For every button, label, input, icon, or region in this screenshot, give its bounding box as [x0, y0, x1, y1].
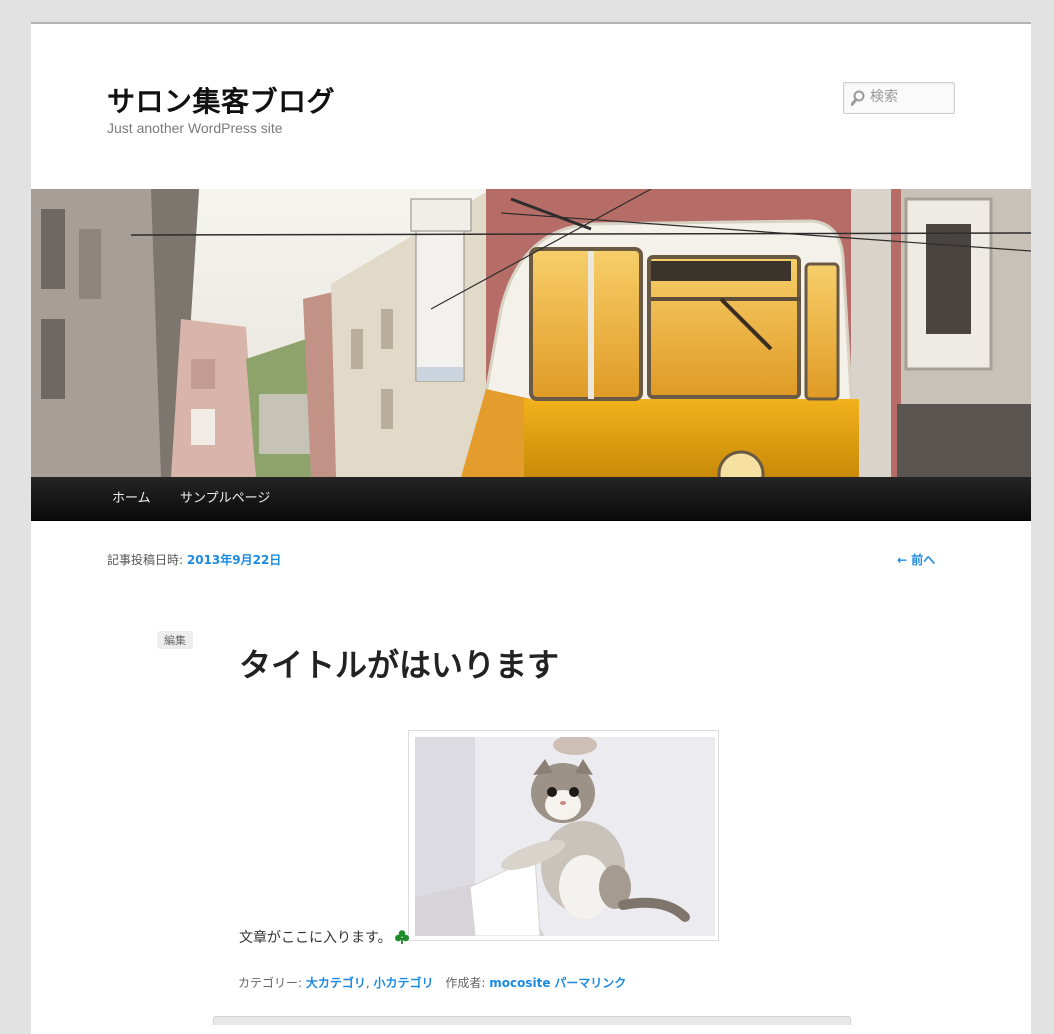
clover-icon: [394, 930, 409, 944]
category-link-main[interactable]: 大カテゴリ: [306, 976, 366, 990]
permalink-link[interactable]: パーマリンク: [554, 976, 626, 990]
edit-link[interactable]: 編集: [157, 631, 193, 649]
entry-text: 文章がここに入ります。: [239, 930, 392, 946]
entry-content: 文章がここに入ります。: [239, 927, 410, 947]
category-link-sub[interactable]: 小カテゴリ: [374, 976, 434, 990]
kitten-photo: [415, 735, 715, 937]
post-date-link[interactable]: 2013年9月22日: [187, 553, 281, 567]
nav-item-home[interactable]: ホーム: [112, 477, 151, 520]
page: サロン集客ブログ Just another WordPress site 検索 …: [31, 22, 1031, 1034]
site-description: Just another WordPress site: [107, 120, 283, 136]
header-image: [31, 189, 1031, 477]
site-title[interactable]: サロン集客ブログ: [107, 80, 335, 120]
entry-footer: カテゴリー: 大カテゴリ, 小カテゴリ 作成者: mocosite パーマリンク: [238, 974, 626, 991]
category-label: カテゴリー:: [238, 976, 306, 990]
search-input[interactable]: [870, 87, 950, 107]
nav-item-sample-page[interactable]: サンプルページ: [180, 477, 270, 520]
author-link[interactable]: mocosite: [489, 976, 550, 990]
previous-post-link[interactable]: ← 前へ: [897, 551, 935, 568]
posted-on-label: 記事投稿日時:: [107, 553, 187, 567]
category-separator: ,: [365, 976, 374, 990]
entry-title[interactable]: タイトルがはいります: [239, 640, 559, 686]
search-box[interactable]: [843, 82, 955, 114]
main-nav: ホーム サンプルページ: [31, 477, 1031, 521]
entry-meta: 記事投稿日時: 2013年9月22日: [107, 551, 281, 568]
author-label: 作成者:: [445, 976, 490, 990]
search-icon: [851, 90, 865, 106]
post-image[interactable]: [408, 730, 719, 941]
